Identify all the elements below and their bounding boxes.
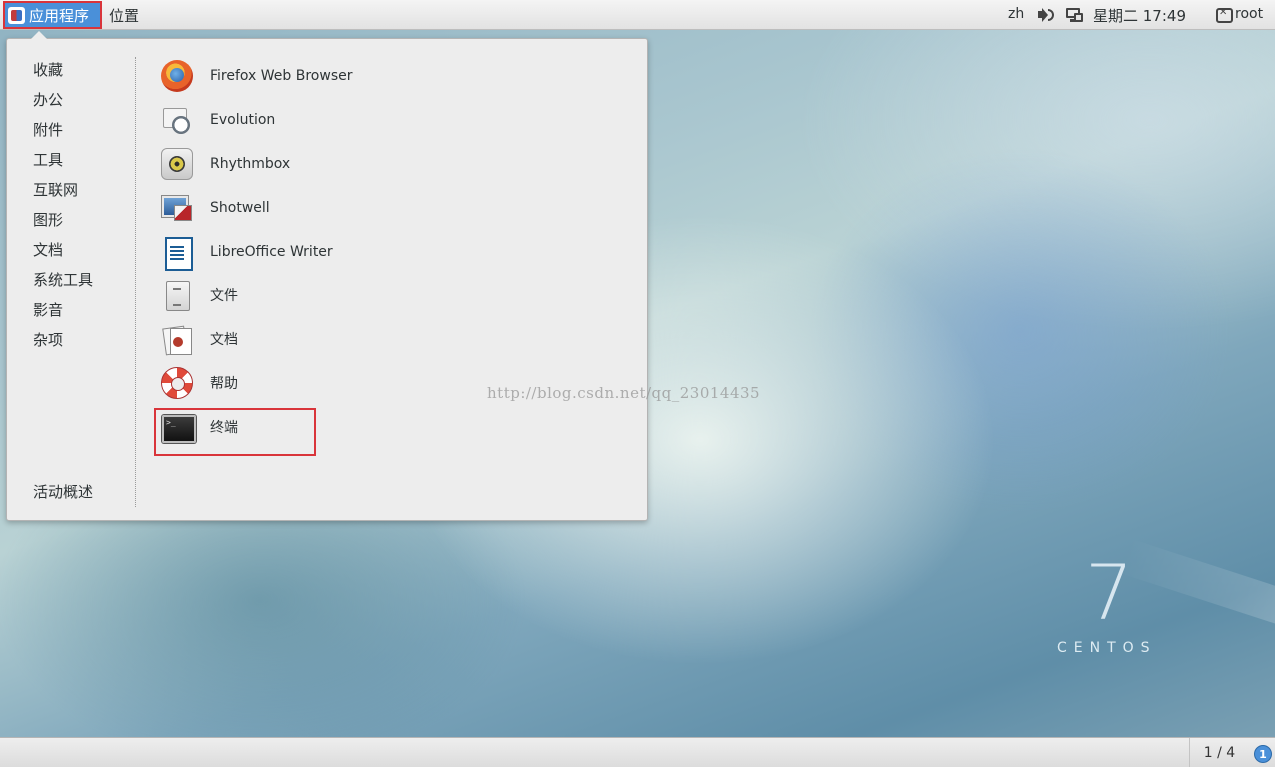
volume-waves-icon xyxy=(1048,9,1054,21)
bottom-bar: 1 / 4 1 xyxy=(0,737,1275,767)
app-item-rhythmbox[interactable]: Rhythmbox xyxy=(161,146,461,182)
app-item-label: LibreOffice Writer xyxy=(210,244,333,260)
evolution-icon xyxy=(161,104,193,136)
applications-label: 应用程序 xyxy=(29,6,90,25)
category-accessories[interactable]: 附件 xyxy=(33,119,63,140)
distro-logo-icon xyxy=(8,6,25,24)
applications-menu: 收藏 办公 附件 工具 互联网 图形 文档 系统工具 影音 杂项 活动概述 Fi… xyxy=(6,31,648,521)
app-item-shotwell[interactable]: Shotwell xyxy=(161,190,461,226)
menu-divider xyxy=(135,57,136,507)
applications-menu-button[interactable]: 应用程序 xyxy=(3,1,102,29)
app-item-label: Firefox Web Browser xyxy=(210,68,353,84)
app-item-label: 文件 xyxy=(210,288,238,304)
app-item-libreoffice-writer[interactable]: LibreOffice Writer xyxy=(161,234,461,271)
logo-light-beam xyxy=(1119,538,1275,642)
centos-logo-text: CENTOS xyxy=(1057,640,1157,656)
category-tools[interactable]: 工具 xyxy=(33,149,63,170)
libreoffice-writer-icon xyxy=(161,236,193,271)
category-system-tools[interactable]: 系统工具 xyxy=(33,269,93,290)
firefox-icon xyxy=(161,60,193,92)
category-other[interactable]: 杂项 xyxy=(33,329,63,350)
app-item-label: 文档 xyxy=(210,332,238,348)
activities-overview-link[interactable]: 活动概述 xyxy=(33,481,93,502)
rhythmbox-icon xyxy=(161,148,193,180)
clock[interactable]: 星期二 17:49 xyxy=(1093,5,1186,26)
files-icon xyxy=(161,279,193,311)
app-item-label: Rhythmbox xyxy=(210,156,291,172)
network-icon[interactable] xyxy=(1066,7,1083,23)
centos-version-number: 7 xyxy=(1085,548,1134,637)
input-method-indicator[interactable]: zh xyxy=(1008,6,1024,22)
help-icon xyxy=(161,367,193,399)
category-internet[interactable]: 互联网 xyxy=(33,179,78,200)
category-sound-video[interactable]: 影音 xyxy=(33,299,63,320)
app-item-evolution[interactable]: Evolution xyxy=(161,102,461,138)
places-menu-button[interactable]: 位置 xyxy=(109,5,139,26)
app-item-files[interactable]: 文件 xyxy=(161,277,461,313)
user-name[interactable]: root xyxy=(1235,6,1263,22)
category-graphics[interactable]: 图形 xyxy=(33,209,63,230)
app-item-documents[interactable]: 文档 xyxy=(161,321,461,357)
top-bar: 应用程序 位置 zh 星期二 17:49 root xyxy=(0,0,1275,30)
terminal-highlight-box xyxy=(154,408,316,456)
category-favorites[interactable]: 收藏 xyxy=(33,59,63,80)
app-item-firefox[interactable]: Firefox Web Browser xyxy=(161,58,461,94)
category-documents[interactable]: 文档 xyxy=(33,239,63,260)
documents-icon xyxy=(161,323,193,355)
workspace-pager[interactable]: 1 / 4 xyxy=(1189,738,1249,767)
watermark-text: http://blog.csdn.net/qq_23014435 xyxy=(487,384,761,402)
category-office[interactable]: 办公 xyxy=(33,89,63,110)
app-item-label: Evolution xyxy=(210,112,276,128)
user-icon[interactable] xyxy=(1216,7,1233,23)
workspace-indicator-button[interactable]: 1 xyxy=(1254,745,1272,763)
app-item-label: Shotwell xyxy=(210,200,270,216)
shotwell-icon xyxy=(161,192,193,224)
app-item-help[interactable]: 帮助 xyxy=(161,365,461,401)
app-item-label: 帮助 xyxy=(210,376,238,392)
